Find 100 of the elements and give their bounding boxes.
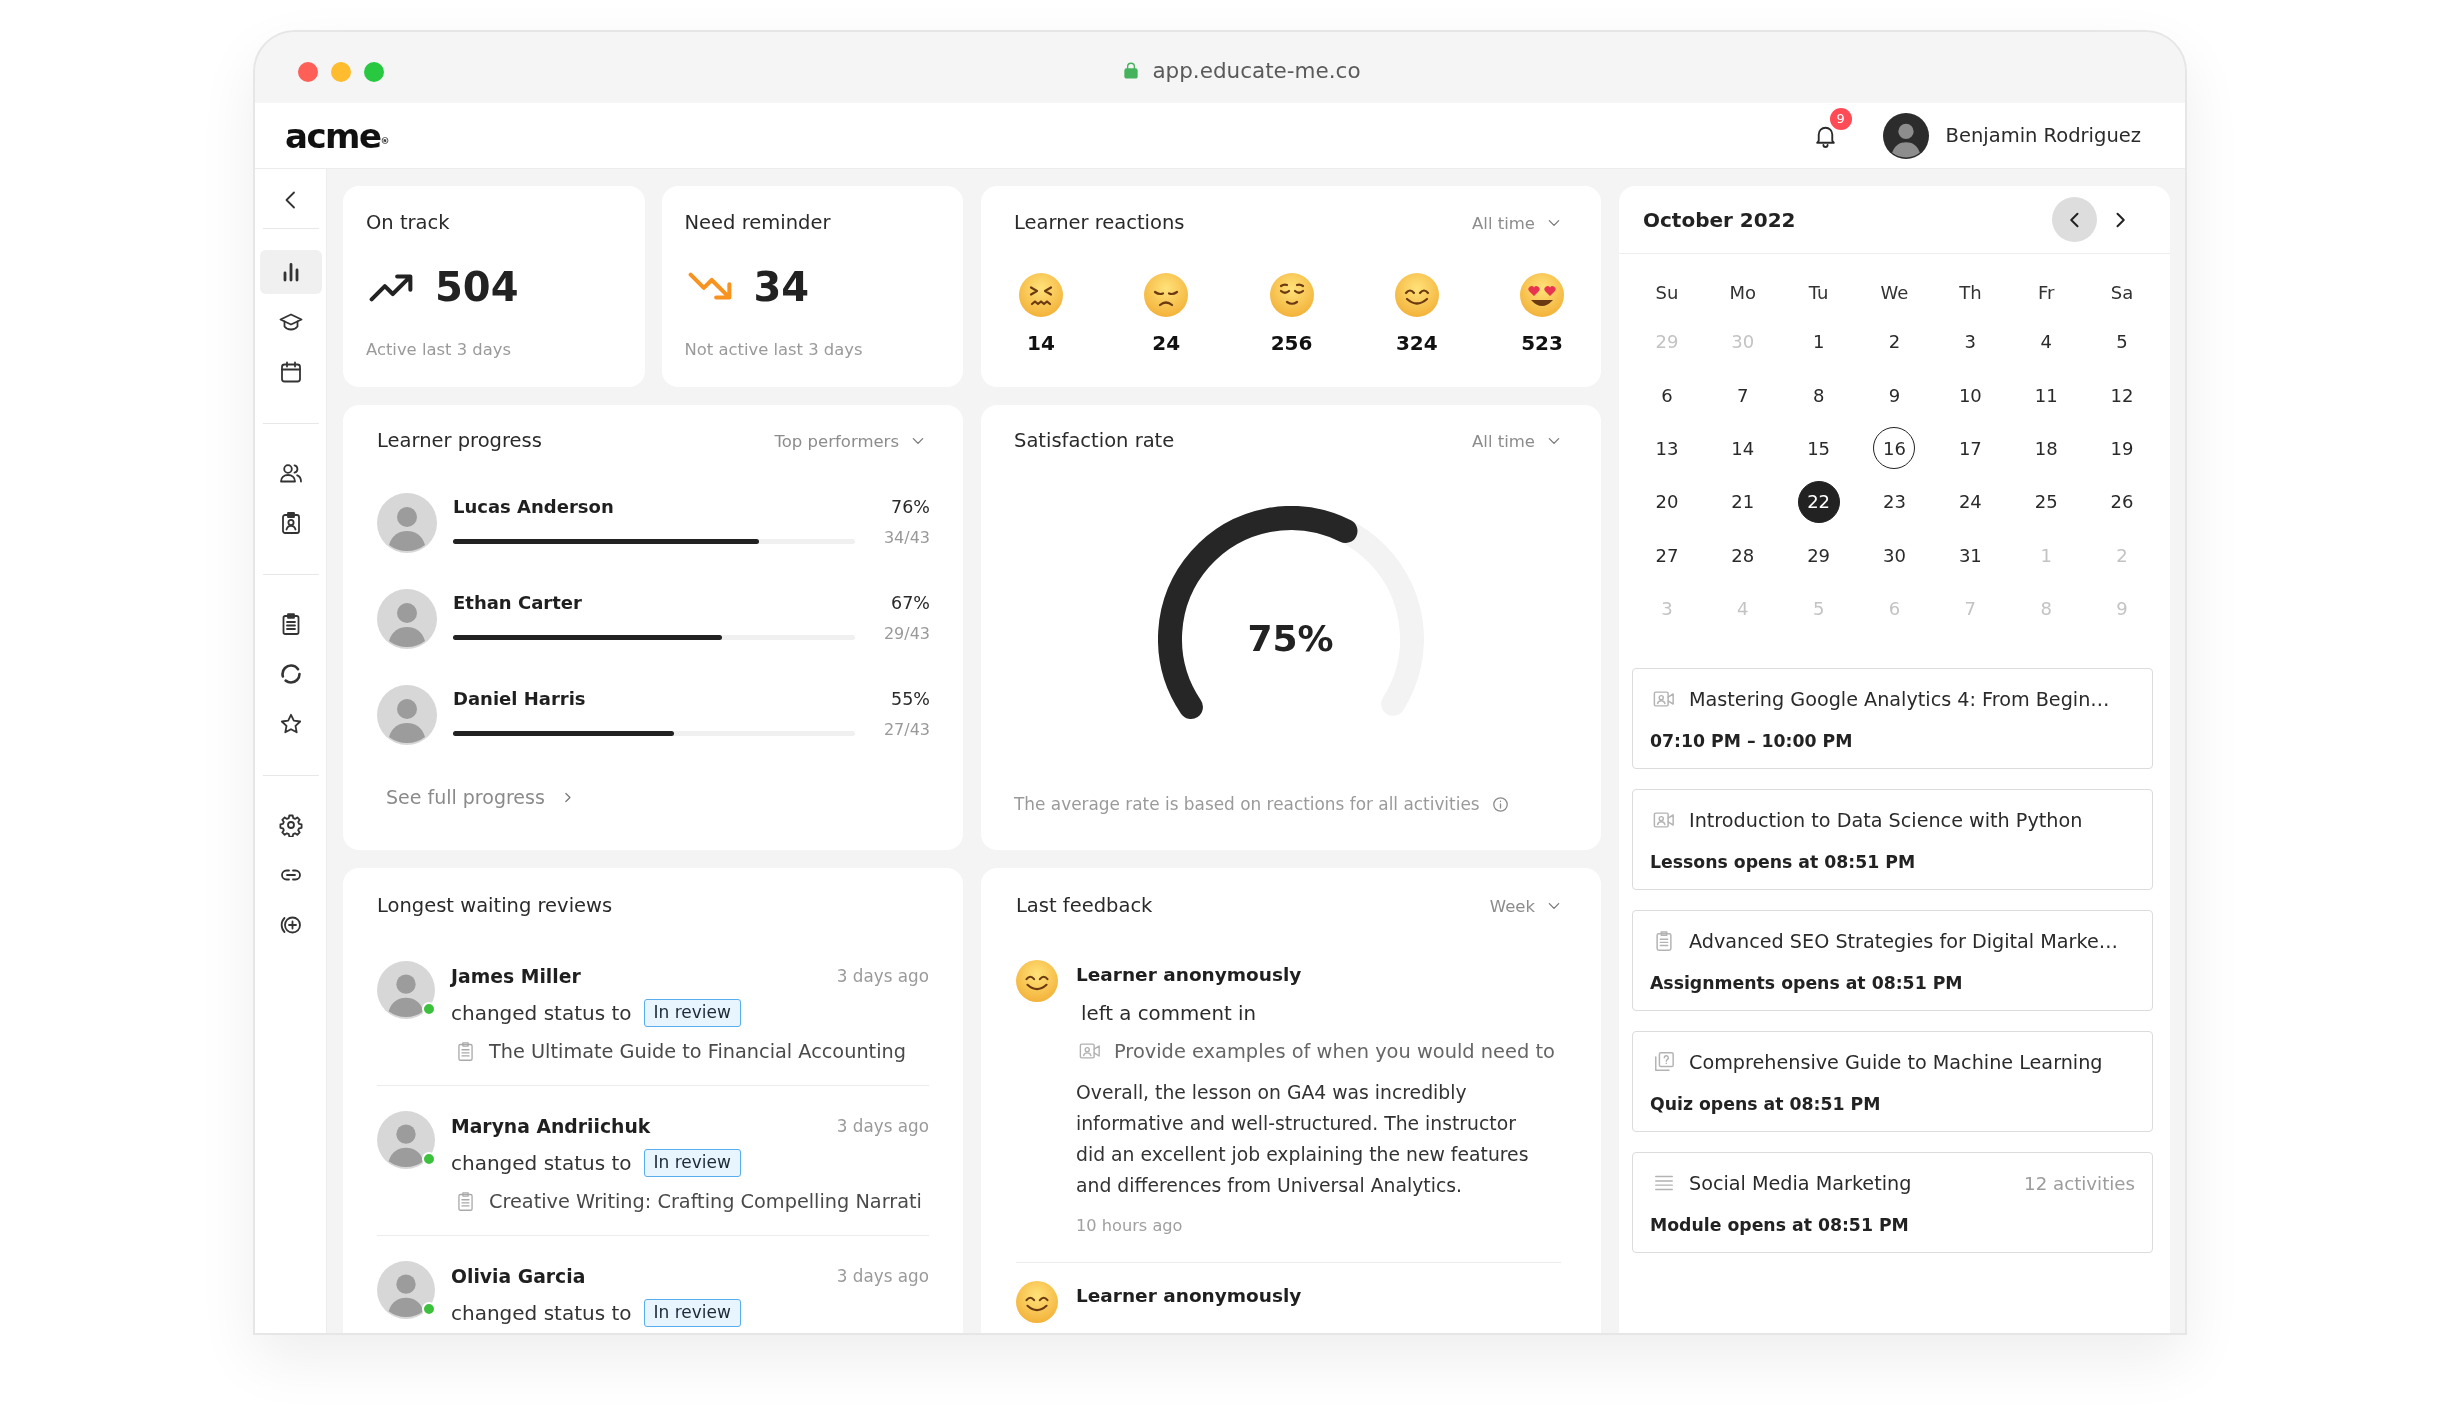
calendar-day[interactable]: 28 (1721, 534, 1764, 577)
event-card[interactable]: Introduction to Data Science with Python Lessons opens at 08:51 PM (1632, 789, 2153, 891)
weekday-label: Mo (1728, 281, 1758, 305)
calendar-day[interactable]: 24 (1949, 480, 1992, 523)
weekday-label: We (1879, 281, 1910, 305)
event-card[interactable]: Comprehensive Guide to Machine Learning Quiz opens at 08:51 PM (1632, 1031, 2153, 1133)
learner-name: Ethan Carter (453, 591, 582, 615)
card-title: Learner progress (377, 429, 542, 453)
activity-count: 12 activities (2024, 1172, 2135, 1194)
activity-title: Provide examples of when you would need to (1114, 1039, 1555, 1063)
event-card[interactable]: Advanced SEO Strategies for Digital Marke… Assignments opens at 08:51 PM (1632, 910, 2153, 1012)
calendar-day[interactable]: 17 (1949, 427, 1992, 470)
card-title: Last feedback (1016, 894, 1153, 918)
event-time: Lessons opens at 08:51 PM (1650, 851, 1916, 875)
users-icon (278, 461, 303, 485)
calendar-day[interactable]: 31 (1949, 534, 1992, 577)
weekday-label: Fr (2037, 281, 2056, 305)
calendar-day[interactable]: 8 (1797, 374, 1840, 417)
calendar-day[interactable]: 15 (1797, 427, 1840, 470)
event-card[interactable]: Mastering Google Analytics 4: From Begin… 07:10 PM – 10:00 PM (1632, 668, 2153, 770)
settings-icon (278, 813, 303, 837)
stat-caption: Not active last 3 days (684, 340, 863, 360)
event-title: Social Media Marketing (1689, 1171, 1913, 1195)
trend-down-icon (687, 272, 732, 302)
relieved-face-icon (1269, 273, 1314, 317)
sidebar-item[interactable] (259, 250, 322, 294)
card-title: Longest waiting reviews (377, 894, 613, 918)
review-time: 3 days ago (836, 1266, 929, 1286)
calendar-day[interactable]: 30 (1873, 534, 1916, 577)
calendar-day[interactable]: 18 (2025, 427, 2068, 470)
confounded-face-icon (1019, 273, 1063, 317)
smiling-face-icon (1016, 960, 1058, 1002)
review-time: 3 days ago (836, 966, 929, 986)
close-window-button[interactable] (298, 62, 318, 82)
progress-count: 27/43 (883, 720, 930, 740)
calendar-day[interactable]: 5 (2101, 320, 2144, 363)
calendar-day[interactable]: 22 (1797, 480, 1840, 523)
course-title: The Ultimate Guide to Financial Accounting (489, 1039, 906, 1063)
calendar-day[interactable]: 20 (1645, 480, 1688, 523)
calendar-day[interactable]: 11 (2025, 374, 2068, 417)
url-text[interactable]: app.educate-me.co (1152, 57, 1361, 83)
event-title: Mastering Google Analytics 4: From Begin… (1689, 687, 2111, 711)
calendar-day[interactable]: 13 (1645, 427, 1688, 470)
calendar-day[interactable]: 23 (1873, 480, 1916, 523)
avatar-icon (377, 685, 437, 745)
weekday-label: Sa (2109, 281, 2135, 305)
avatar-icon (377, 493, 437, 553)
reaction-count: 24 (1152, 330, 1181, 356)
calendar-day[interactable]: 4 (2025, 320, 2068, 363)
avatar-icon (377, 1261, 435, 1319)
feedback-comment: Overall, the lesson on GA4 was incredibly informative and well-structured. The instructor did an excellent job explaining the new features and differences from Universal Analytics. (1076, 1081, 1530, 1198)
video-icon (1079, 1040, 1101, 1062)
event-title: Comprehensive Guide to Machine Learning (1689, 1050, 2104, 1074)
reaction-count: 523 (1521, 330, 1563, 356)
calendar-day[interactable]: 3 (1949, 320, 1992, 363)
calendar-day[interactable]: 29 (1797, 534, 1840, 577)
status-text: changed status to (451, 1151, 632, 1175)
avatar-icon (1882, 112, 1929, 159)
calendar-day[interactable]: 10 (1949, 374, 1992, 417)
star-icon (278, 712, 303, 736)
avatar-icon (377, 961, 435, 1019)
user-name[interactable]: Benjamin Rodriguez (1945, 124, 2141, 147)
event-time: 07:10 PM – 10:00 PM (1650, 730, 1853, 754)
calendar-day[interactable]: 14 (1721, 427, 1764, 470)
trend-up-icon (369, 272, 413, 302)
smiling-face-icon (1394, 273, 1439, 317)
status-badge: In review (643, 1149, 741, 1177)
reviewer-name: Olivia Garcia (451, 1265, 586, 1287)
calendar-day[interactable]: 1 (1797, 320, 1840, 363)
calendar-day[interactable]: 6 (1645, 374, 1688, 417)
gauge-value: 75% (1246, 617, 1335, 661)
calendar-day[interactable]: 19 (2101, 427, 2144, 470)
calendar-day[interactable]: 27 (1645, 534, 1688, 577)
calendar-icon (278, 360, 303, 384)
stat-value: 504 (435, 263, 519, 312)
month-title: October 2022 (1643, 207, 1797, 232)
rate-note: The average rate is based on reactions for all activities (1014, 794, 1480, 814)
card-title: On track (366, 211, 450, 235)
card-title: Need reminder (684, 211, 831, 235)
calendar-day[interactable]: 2 (1873, 320, 1916, 363)
avatar-icon (377, 1111, 435, 1169)
event-card[interactable]: Social Media Marketing 12 activities Module opens at 08:51 PM (1632, 1152, 2153, 1254)
previous-month-button[interactable] (2052, 197, 2097, 242)
progress-percent: 76% (891, 496, 930, 519)
stat-value: 34 (753, 263, 810, 312)
progress-percent: 55% (891, 688, 930, 711)
calendar-day[interactable]: 9 (1873, 374, 1916, 417)
calendar-day[interactable]: 21 (1721, 480, 1764, 523)
calendar-day[interactable]: 12 (2101, 374, 2144, 417)
learner-name: Daniel Harris (453, 687, 586, 711)
weekday-label: Th (1958, 281, 1983, 305)
calendar-day[interactable]: 25 (2025, 480, 2068, 523)
status-text: changed status to (451, 1301, 632, 1325)
clipboard-icon (1653, 930, 1675, 953)
calendar-day[interactable]: 26 (2101, 480, 2144, 523)
calendar-day[interactable]: 7 (1721, 374, 1764, 417)
logo-text: acme$^{®}$ (285, 115, 390, 156)
reviewer-name: Maryna Andriichuk (451, 1115, 651, 1137)
sad-face-icon (1144, 273, 1189, 317)
progress-count: 34/43 (883, 528, 930, 548)
